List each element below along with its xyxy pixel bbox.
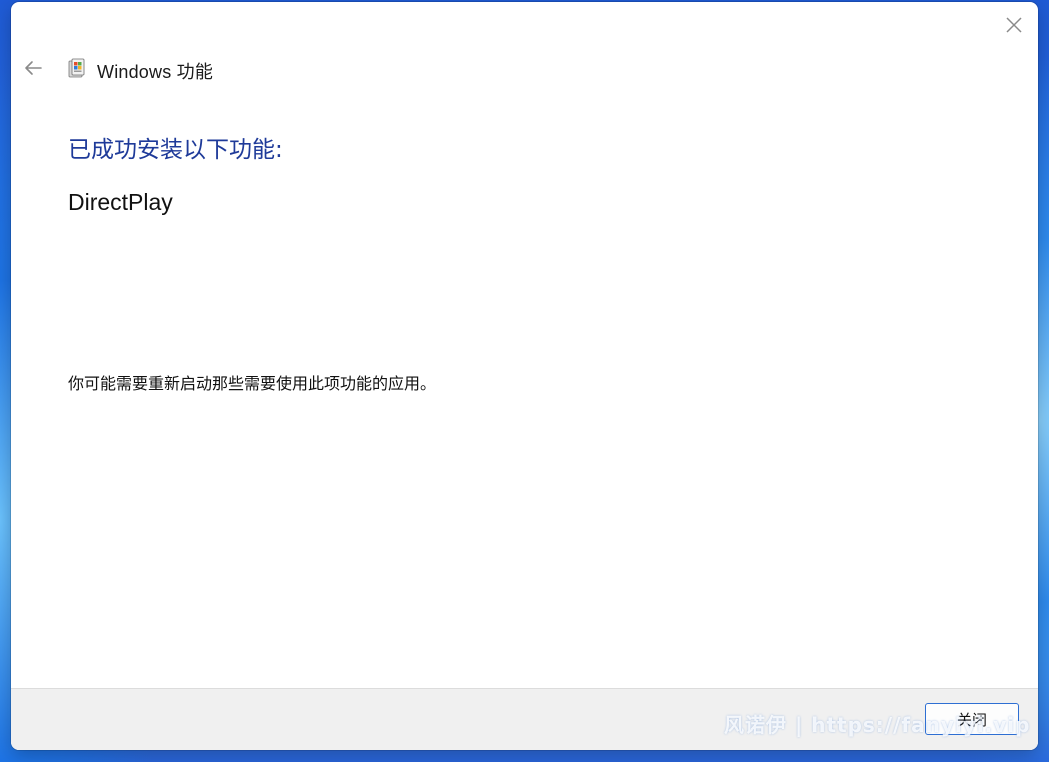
installed-feature-name: DirectPlay — [68, 189, 173, 215]
back-arrow-icon[interactable] — [21, 56, 45, 80]
windows-features-icon — [66, 57, 88, 79]
windows-features-dialog: Windows 功能 已成功安装以下功能: DirectPlay 你可能需要重新… — [11, 2, 1038, 750]
dialog-footer: 关闭 — [11, 688, 1038, 750]
restart-note: 你可能需要重新启动那些需要使用此项功能的应用。 — [68, 374, 437, 393]
close-icon[interactable] — [1001, 12, 1027, 38]
success-heading: 已成功安装以下功能: — [68, 137, 283, 163]
window-title: Windows 功能 — [97, 62, 214, 82]
close-button[interactable]: 关闭 — [925, 703, 1019, 735]
